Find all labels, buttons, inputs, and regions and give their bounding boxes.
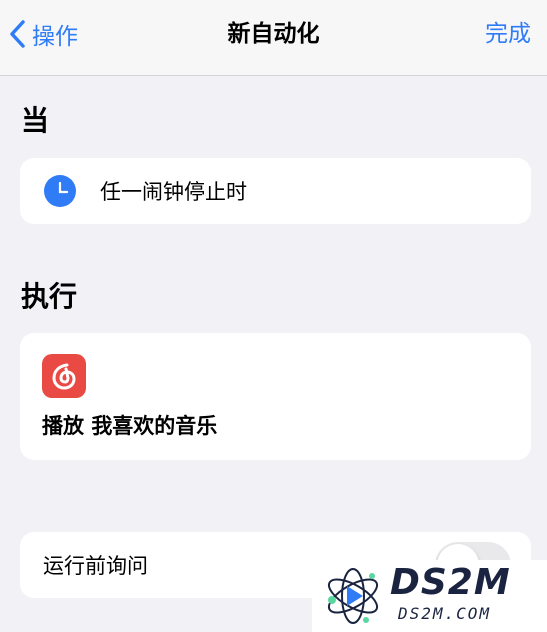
action-description: 播放 我喜欢的音乐 [42,411,217,441]
action-row[interactable]: 播放 我喜欢的音乐 [20,333,531,460]
action-section-header: 执行 [21,280,78,313]
watermark: DS2M DS2M.COM [312,560,547,632]
trigger-label: 任一闹钟停止时 [100,180,247,204]
ask-before-running-label: 运行前询问 [43,554,148,578]
done-button[interactable]: 完成 [485,14,531,54]
watermark-subtitle: DS2M.COM [398,604,492,623]
action-object[interactable]: 我喜欢的音乐 [91,414,217,438]
trigger-row[interactable]: 任一闹钟停止时 [20,158,531,224]
page-title: 新自动化 [227,21,320,47]
new-automation-screen: 操作 新自动化 完成 当 任一闹钟停止时 执行 播放 我喜欢的音乐 运行前询问 [0,0,547,632]
watermark-title: DS2M [390,562,511,603]
trigger-section-header: 当 [21,104,50,137]
clock-icon [44,175,76,207]
navigation-bar: 操作 新自动化 完成 [0,0,547,76]
action-verb: 播放 [42,414,84,438]
netease-music-icon [42,354,86,398]
atom-logo-icon [327,568,379,624]
